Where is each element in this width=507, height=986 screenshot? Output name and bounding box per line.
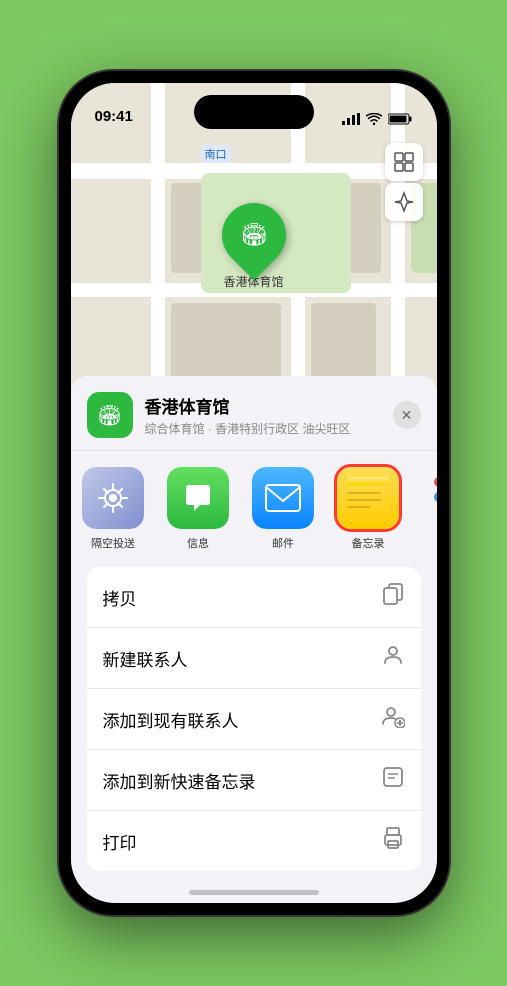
status-icons <box>342 113 413 125</box>
notes-icon <box>337 467 399 529</box>
status-time: 09:41 <box>95 108 133 125</box>
print-icon <box>381 826 405 856</box>
map-label: 南口 <box>201 145 231 163</box>
person-add-icon <box>381 704 405 734</box>
person-add-svg <box>381 704 405 728</box>
dynamic-island <box>194 95 314 129</box>
notes-icon-wrap <box>337 467 399 529</box>
airdrop-label: 隔空投送 <box>91 535 135 551</box>
messages-icon <box>167 467 229 529</box>
close-button[interactable]: ✕ <box>393 401 421 429</box>
home-indicator <box>189 890 319 895</box>
note-svg <box>381 765 405 789</box>
share-row: 隔空投送 信息 <box>71 451 437 563</box>
venue-subtitle: 综合体育馆 · 香港特别行政区 油尖旺区 <box>145 420 381 437</box>
action-add-contact-label: 添加到现有联系人 <box>103 707 239 732</box>
action-quick-note-label: 添加到新快速备忘录 <box>103 768 256 793</box>
airdrop-icon <box>82 467 144 529</box>
more-icon <box>422 467 437 529</box>
action-new-contact[interactable]: 新建联系人 <box>87 628 421 689</box>
dot-red <box>434 477 437 487</box>
person-svg <box>381 643 405 667</box>
mail-icon-wrap <box>252 467 314 529</box>
messages-icon-wrap <box>167 467 229 529</box>
dots-row-1 <box>434 477 437 487</box>
location-pin: 🏟 香港体育馆 <box>222 203 286 290</box>
location-btn[interactable] <box>385 183 423 221</box>
map-buttons <box>385 143 423 221</box>
battery-icon <box>388 113 413 125</box>
dots-row-2 <box>434 492 437 502</box>
notes-line-3 <box>347 506 370 508</box>
person-icon <box>381 643 405 673</box>
venue-pin-icon: 🏟 <box>240 222 268 248</box>
venue-info: 香港体育馆 综合体育馆 · 香港特别行政区 油尖旺区 <box>145 393 381 437</box>
phone-screen: 09:41 <box>71 83 437 903</box>
map-view-btn[interactable] <box>385 143 423 181</box>
airdrop-icon-wrap <box>82 467 144 529</box>
airdrop-svg <box>96 481 130 515</box>
notes-line-1 <box>347 492 381 494</box>
print-svg <box>381 826 405 850</box>
notes-line-2 <box>347 499 381 501</box>
mail-icon <box>252 467 314 529</box>
action-new-contact-label: 新建联系人 <box>103 646 188 671</box>
share-item-airdrop[interactable]: 隔空投送 <box>71 467 156 551</box>
action-print-label: 打印 <box>103 829 137 854</box>
dot-blue <box>434 492 437 502</box>
location-icon <box>393 191 415 213</box>
action-add-contact[interactable]: 添加到现有联系人 <box>87 689 421 750</box>
signal-icon <box>342 113 360 125</box>
action-list: 拷贝 新建联系人 <box>87 567 421 871</box>
wifi-icon <box>366 113 382 125</box>
copy-svg <box>381 582 405 606</box>
map-view-icon <box>393 151 415 173</box>
notes-top-bar <box>347 477 389 485</box>
action-print[interactable]: 打印 <box>87 811 421 871</box>
bottom-sheet: 🏟 香港体育馆 综合体育馆 · 香港特别行政区 油尖旺区 ✕ <box>71 376 437 903</box>
messages-svg <box>180 480 216 516</box>
sheet-header: 🏟 香港体育馆 综合体育馆 · 香港特别行政区 油尖旺区 ✕ <box>71 392 437 451</box>
copy-icon <box>381 582 405 612</box>
pin-circle: 🏟 <box>208 190 299 281</box>
venue-name: 香港体育馆 <box>145 393 381 418</box>
note-icon <box>381 765 405 795</box>
mail-svg <box>264 483 302 513</box>
action-copy[interactable]: 拷贝 <box>87 567 421 628</box>
venue-icon: 🏟 <box>87 392 133 438</box>
share-item-notes[interactable]: 备忘录 <box>326 467 411 551</box>
action-quick-note[interactable]: 添加到新快速备忘录 <box>87 750 421 811</box>
share-item-messages[interactable]: 信息 <box>156 467 241 551</box>
notes-label: 备忘录 <box>352 535 385 551</box>
messages-label: 信息 <box>187 535 209 551</box>
share-item-mail[interactable]: 邮件 <box>241 467 326 551</box>
more-icon-wrap <box>422 467 437 529</box>
share-item-more[interactable]: 推 <box>411 467 437 551</box>
action-copy-label: 拷贝 <box>103 585 137 610</box>
phone-frame: 09:41 <box>59 71 449 915</box>
mail-label: 邮件 <box>272 535 294 551</box>
